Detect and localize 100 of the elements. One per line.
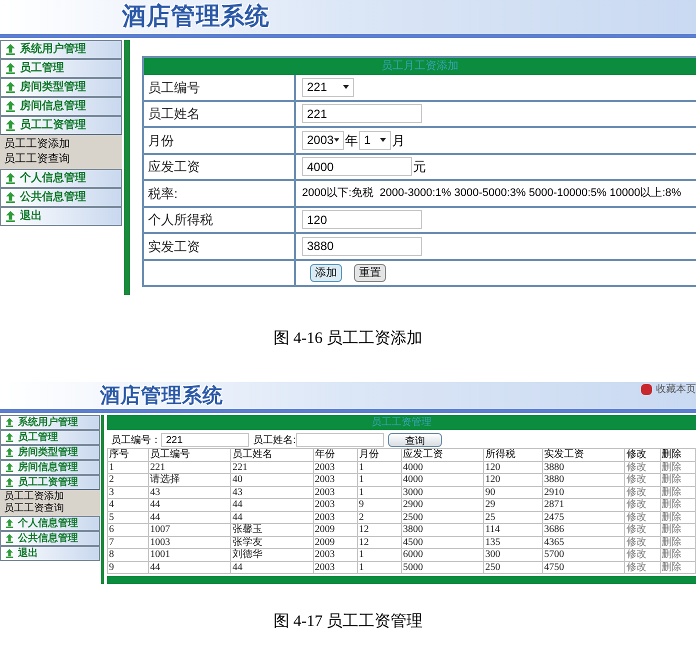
table-link[interactable]: 删除: [660, 486, 696, 498]
search-label: 员工姓名:: [253, 434, 296, 448]
table-cell: 2009: [313, 524, 358, 536]
sidebar-menu-item[interactable]: 房间信息管理: [0, 460, 100, 475]
table-cell: 221: [230, 461, 314, 474]
form-button[interactable]: 添加: [310, 264, 342, 282]
table-link[interactable]: 修改: [624, 498, 660, 511]
form-label: 员工编号: [148, 78, 200, 96]
table-cell: 12: [357, 536, 402, 548]
sidebar-menu-item[interactable]: 公共信息管理: [0, 531, 100, 546]
table-cell: 300: [484, 548, 543, 561]
search-button[interactable]: 查询: [388, 433, 442, 447]
unit-label: 元: [413, 158, 426, 176]
up-arrow-icon: [5, 534, 14, 543]
column-header: 月份: [357, 448, 402, 461]
table-cell: 120: [484, 461, 543, 474]
table-link[interactable]: 删除: [660, 498, 696, 511]
app-title: 酒店管理系统: [122, 2, 270, 32]
input-field[interactable]: 221: [161, 433, 249, 447]
table-link[interactable]: 修改: [624, 524, 660, 536]
sidebar-menu-item[interactable]: 个人信息管理: [0, 169, 122, 188]
table-link[interactable]: 删除: [660, 474, 696, 486]
sidebar-menu-item[interactable]: 退出: [0, 207, 122, 226]
table-link[interactable]: 删除: [660, 461, 696, 474]
table-cell: 1: [357, 461, 402, 474]
table-cell: 5700: [542, 548, 625, 561]
table-cell: 6: [108, 524, 149, 536]
sidebar-menu-item[interactable]: 系统用户管理: [0, 40, 122, 59]
table-cell: 2900: [401, 498, 484, 511]
up-arrow-icon: [5, 478, 14, 487]
table-cell: 2003: [313, 474, 358, 486]
submenu-link[interactable]: 员工工资查询: [4, 503, 96, 515]
select-field[interactable]: 2003: [302, 130, 344, 150]
input-field[interactable]: [296, 433, 384, 447]
table-link[interactable]: 删除: [660, 511, 696, 524]
up-arrow-icon: [5, 463, 14, 472]
table-cell: 3: [108, 486, 149, 498]
sidebar-menu-item[interactable]: 员工工资管理: [0, 475, 100, 490]
input-field[interactable]: 4000: [302, 157, 412, 176]
input-field[interactable]: 221: [302, 104, 422, 124]
table-cell: 135: [484, 536, 543, 548]
table-cell: 2003: [313, 498, 358, 511]
table-cell: 2871: [542, 498, 625, 511]
sidebar-menu-item[interactable]: 个人信息管理: [0, 516, 100, 531]
up-arrow-icon: [5, 211, 16, 222]
table-link[interactable]: 删除: [660, 536, 696, 548]
table-link[interactable]: 删除: [660, 561, 696, 574]
table-cell: 8: [108, 548, 149, 561]
sidebar-menu-item[interactable]: 员工管理: [0, 430, 100, 445]
table-link[interactable]: 修改: [624, 548, 660, 561]
dropdown-caret-icon: [343, 85, 349, 90]
sidebar-menu-item[interactable]: 房间类型管理: [0, 445, 100, 460]
tax-rate-text: 2000以下:免税 2000-3000:1% 3000-5000:3% 5000-10000:5% 10000以上:8%: [302, 186, 682, 201]
table-link[interactable]: 修改: [624, 561, 660, 574]
table-cell: 2003: [313, 461, 358, 474]
sidebar-menu-item[interactable]: 公共信息管理: [0, 188, 122, 207]
column-header: 删除: [660, 448, 696, 461]
table-link[interactable]: 修改: [624, 536, 660, 548]
up-arrow-icon: [5, 433, 14, 442]
table-link[interactable]: 删除: [660, 524, 696, 536]
column-header: 年份: [313, 448, 358, 461]
table-cell: 2003: [313, 511, 358, 524]
table-cell: 2003: [313, 548, 358, 561]
column-header: 修改: [624, 448, 660, 461]
unit-label: 月: [392, 132, 405, 150]
submenu-link[interactable]: 员工工资添加: [4, 137, 118, 152]
sidebar-menu-item[interactable]: 房间信息管理: [0, 97, 122, 116]
input-field[interactable]: 120: [302, 210, 422, 230]
table-cell: 44: [148, 561, 231, 574]
sidebar-menu-item[interactable]: 系统用户管理: [0, 415, 100, 430]
search-label: 员工编号：: [111, 434, 161, 448]
table-link[interactable]: 修改: [624, 486, 660, 498]
up-arrow-icon: [5, 173, 16, 184]
select-field[interactable]: 221: [302, 78, 354, 97]
table-cell: 7: [108, 536, 149, 548]
table-cell: 2: [357, 511, 402, 524]
sidebar-menu-item[interactable]: 房间类型管理: [0, 78, 122, 97]
submenu-link[interactable]: 员工工资查询: [4, 152, 118, 167]
table-cell: 29: [484, 498, 543, 511]
up-arrow-icon: [5, 549, 14, 558]
column-header: 序号: [108, 448, 149, 461]
table-link[interactable]: 修改: [624, 461, 660, 474]
table-cell: 3686: [542, 524, 625, 536]
table-cell: 请选择: [148, 474, 231, 486]
select-field[interactable]: 1: [359, 130, 391, 150]
table-cell: 2003: [313, 486, 358, 498]
input-field[interactable]: 3880: [302, 236, 422, 256]
table-link[interactable]: 修改: [624, 474, 660, 486]
bookmark-link[interactable]: 收藏本页: [656, 382, 696, 397]
table-cell: 5000: [401, 561, 484, 574]
form-button[interactable]: 重置: [354, 264, 386, 282]
sidebar-menu-item[interactable]: 退出: [0, 546, 100, 561]
up-arrow-icon: [5, 82, 16, 93]
sidebar-menu-item[interactable]: 员工工资管理: [0, 116, 122, 135]
submenu-link[interactable]: 员工工资添加: [4, 491, 96, 503]
table-link[interactable]: 修改: [624, 511, 660, 524]
table-link[interactable]: 删除: [660, 548, 696, 561]
table-cell: 1007: [148, 524, 231, 536]
sidebar-menu-item[interactable]: 员工管理: [0, 59, 122, 78]
table-cell: 刘德华: [230, 548, 314, 561]
